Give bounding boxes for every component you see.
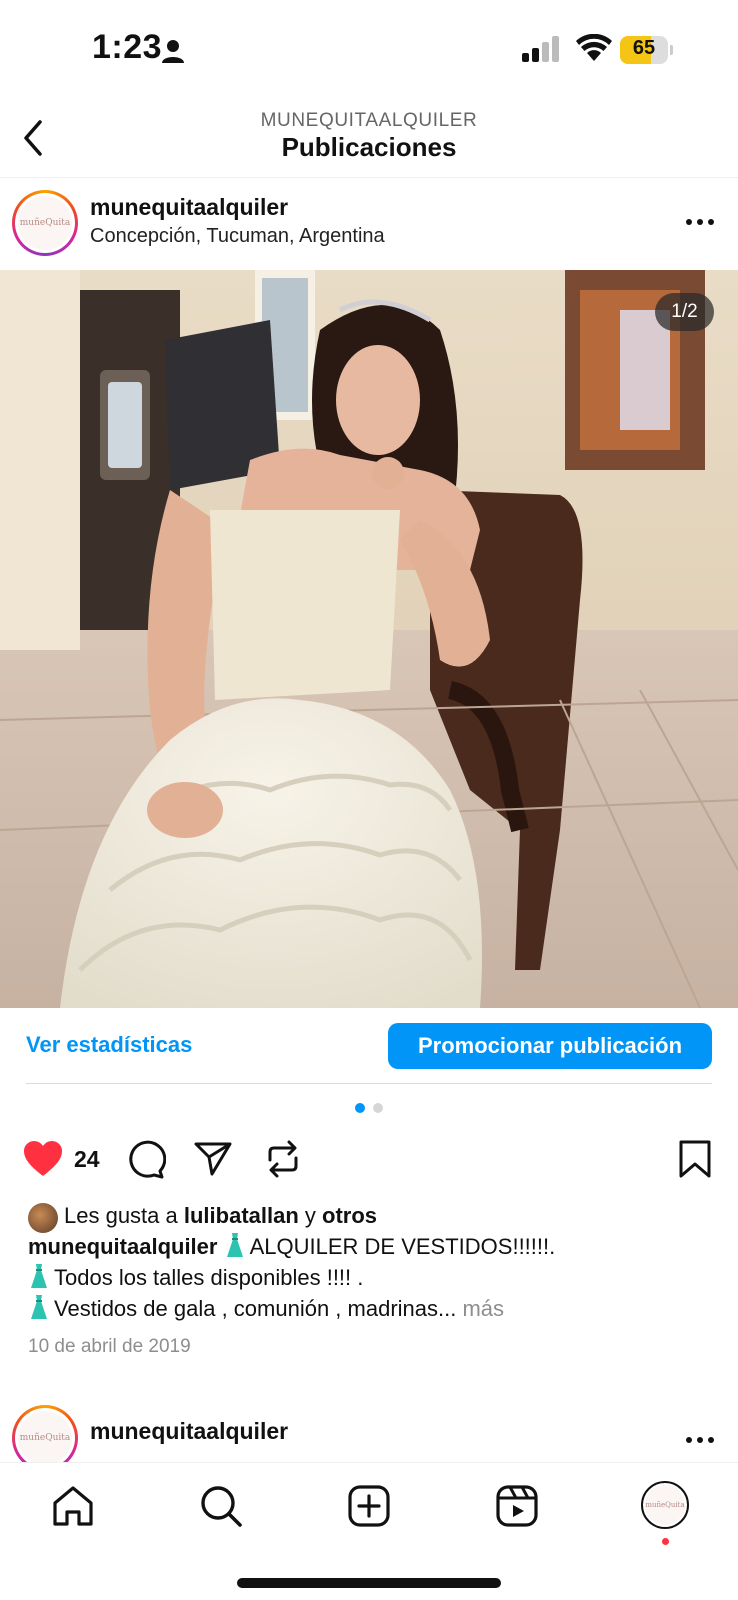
caption-username[interactable]: munequitaalquiler xyxy=(28,1234,217,1259)
repost-icon[interactable] xyxy=(262,1138,304,1180)
page-header: MUNEQUITAALQUILER Publicaciones xyxy=(0,100,738,178)
post-actions: 24 xyxy=(0,1130,738,1186)
promote-post-button[interactable]: Promocionar publicación xyxy=(388,1023,712,1069)
caption-text-1: ALQUILER DE VESTIDOS!!!!!!. xyxy=(249,1234,556,1259)
avatar-logo: muñeQuita xyxy=(18,196,72,250)
carousel-dot xyxy=(373,1103,383,1113)
caption-line-3: Vestidos de gala , comunión , madrinas..… xyxy=(28,1293,718,1324)
reels-icon[interactable] xyxy=(494,1483,540,1529)
caption-text-3: Vestidos de gala , comunión , madrinas..… xyxy=(54,1296,457,1321)
post-header: muñeQuita munequitaalquiler Concepción, … xyxy=(0,178,738,270)
search-icon[interactable] xyxy=(198,1483,244,1529)
avatar-logo: muñeQuita xyxy=(18,1411,72,1465)
dress-icon xyxy=(31,1264,47,1288)
account-name: MUNEQUITAALQUILER xyxy=(260,110,478,131)
more-horizontal-icon[interactable] xyxy=(684,1430,716,1450)
status-bar: 1:23 65 xyxy=(0,0,738,100)
page-title: Publicaciones xyxy=(281,132,457,162)
home-icon[interactable] xyxy=(50,1483,96,1529)
create-icon[interactable] xyxy=(346,1483,392,1529)
insights-row: Ver estadísticas Promocionar publicación xyxy=(0,1008,738,1084)
post-username[interactable]: munequitaalquiler xyxy=(90,194,288,221)
liker-username[interactable]: lulibatallan xyxy=(184,1203,299,1228)
post-photo[interactable]: 1/2 xyxy=(0,270,738,1008)
avatar-border: muñeQuita xyxy=(15,1408,75,1468)
post-location[interactable]: Concepción, Tucuman, Argentina xyxy=(90,225,385,248)
caption-more-link[interactable]: más xyxy=(462,1296,504,1321)
status-time: 1:23 xyxy=(92,28,163,66)
bookmark-icon[interactable] xyxy=(674,1138,716,1180)
profile-avatar[interactable]: muñeQuita xyxy=(641,1481,689,1529)
comment-icon[interactable] xyxy=(124,1138,166,1180)
heart-icon[interactable] xyxy=(22,1138,64,1180)
cellular-signal-icon xyxy=(522,36,559,62)
wifi-icon xyxy=(576,34,612,61)
dress-icon xyxy=(226,1233,243,1257)
battery-body: 65 xyxy=(620,36,668,64)
like-count[interactable]: 24 xyxy=(74,1146,100,1173)
dress-icon xyxy=(31,1295,47,1319)
caption-line-1: munequitaalquiler ALQUILER DE VESTIDOS!!… xyxy=(28,1231,718,1262)
person-icon xyxy=(162,40,184,63)
share-icon[interactable] xyxy=(192,1138,234,1180)
media-counter-badge: 1/2 xyxy=(655,293,714,331)
photo-illustration xyxy=(0,270,738,1008)
liker-avatar xyxy=(28,1203,58,1233)
likes-connector: y xyxy=(304,1203,316,1228)
more-horizontal-icon[interactable] xyxy=(684,212,716,232)
post-date: 10 de abril de 2019 xyxy=(28,1336,191,1357)
profile-avatar-logo: muñeQuita xyxy=(645,1485,685,1525)
view-insights-link[interactable]: Ver estadísticas xyxy=(26,1032,192,1058)
avatar[interactable]: muñeQuita xyxy=(12,190,78,256)
battery-icon: 65 xyxy=(620,36,673,64)
likes-others[interactable]: otros xyxy=(322,1203,377,1228)
caption-line-2: Todos los talles disponibles !!!! . xyxy=(28,1262,718,1293)
next-post-header: muñeQuita munequitaalquiler xyxy=(0,1402,738,1471)
post-caption: Les gusta a lulibatallan y otros munequi… xyxy=(28,1200,718,1324)
notification-dot xyxy=(662,1538,669,1545)
post-username[interactable]: munequitaalquiler xyxy=(90,1418,288,1445)
likes-prefix: Les gusta a xyxy=(64,1203,178,1228)
battery-tip xyxy=(670,45,673,55)
battery-percent: 65 xyxy=(632,37,656,59)
avatar-border: muñeQuita xyxy=(15,193,75,253)
carousel-dot-active xyxy=(355,1103,365,1113)
home-indicator xyxy=(237,1578,501,1588)
caption-text-2: Todos los talles disponibles !!!! . xyxy=(54,1265,364,1290)
likes-summary[interactable]: Les gusta a lulibatallan y otros xyxy=(28,1200,718,1233)
divider xyxy=(26,1083,712,1084)
